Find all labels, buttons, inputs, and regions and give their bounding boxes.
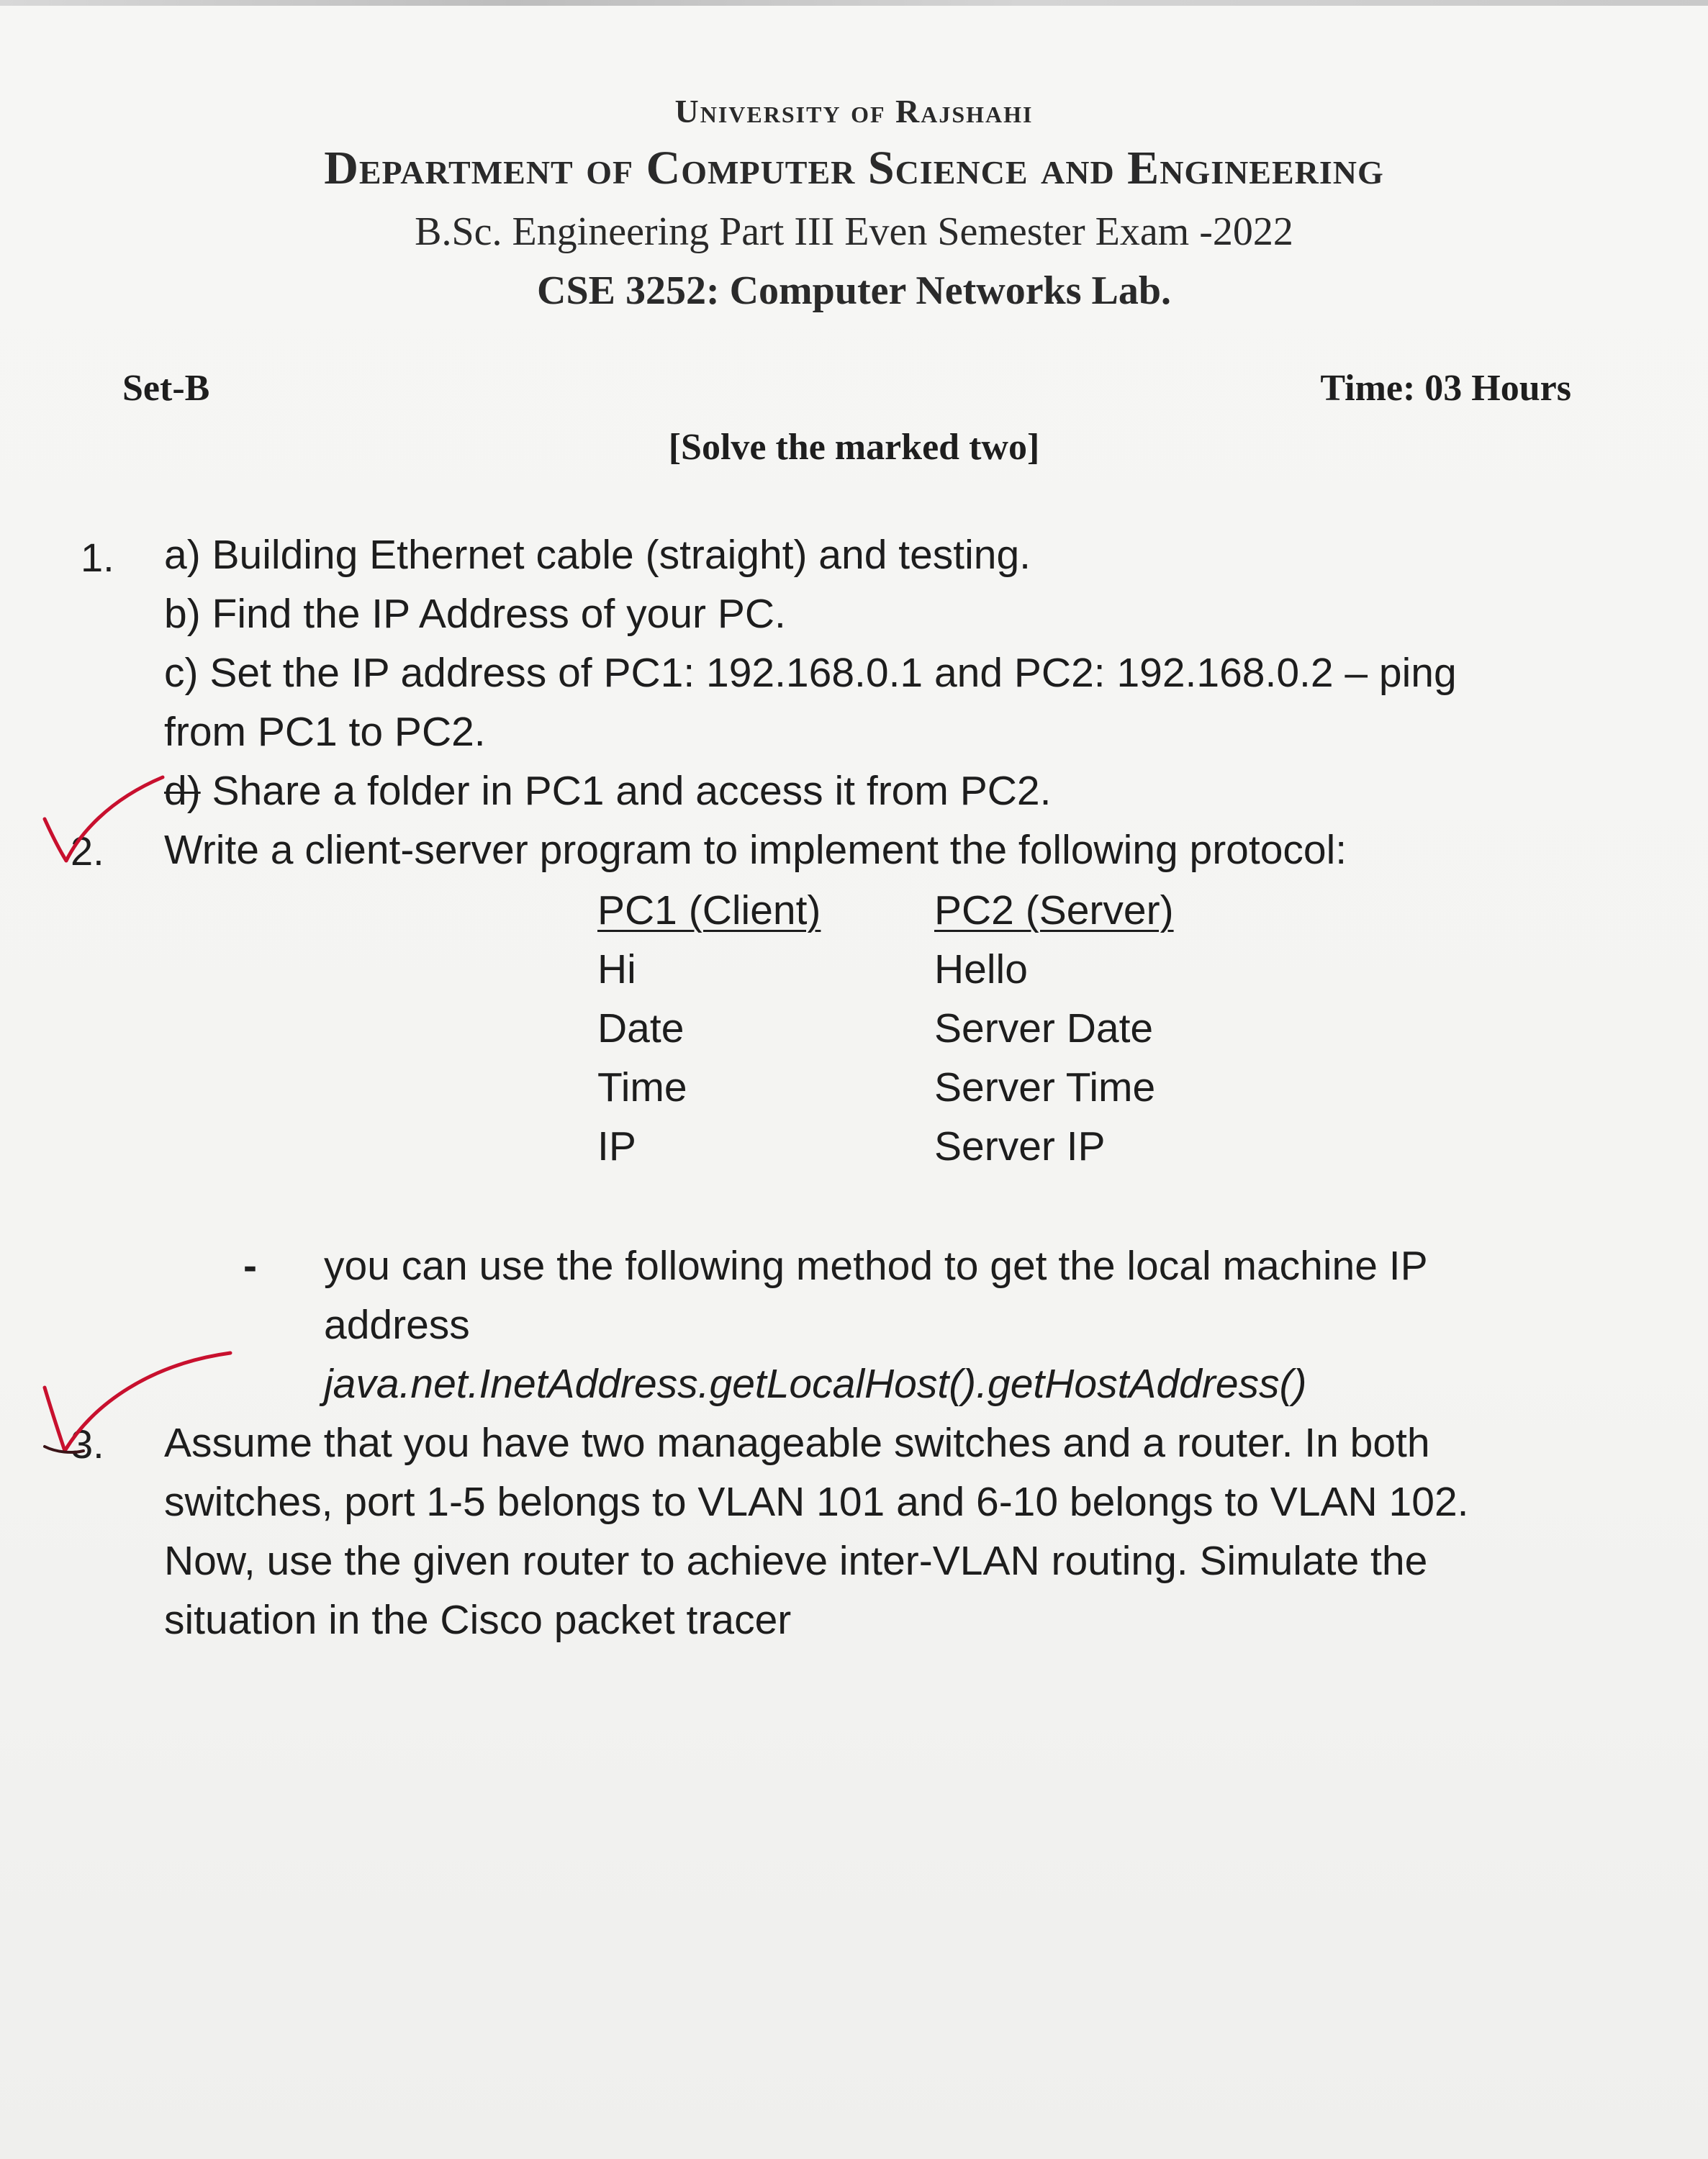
tick-mark-q3: [42, 1351, 232, 1453]
tick-marks: [42, 775, 232, 1454]
tick-mark-q2: [42, 775, 165, 863]
exam-page: University of Rajshahi Department of Com…: [0, 0, 1708, 2159]
